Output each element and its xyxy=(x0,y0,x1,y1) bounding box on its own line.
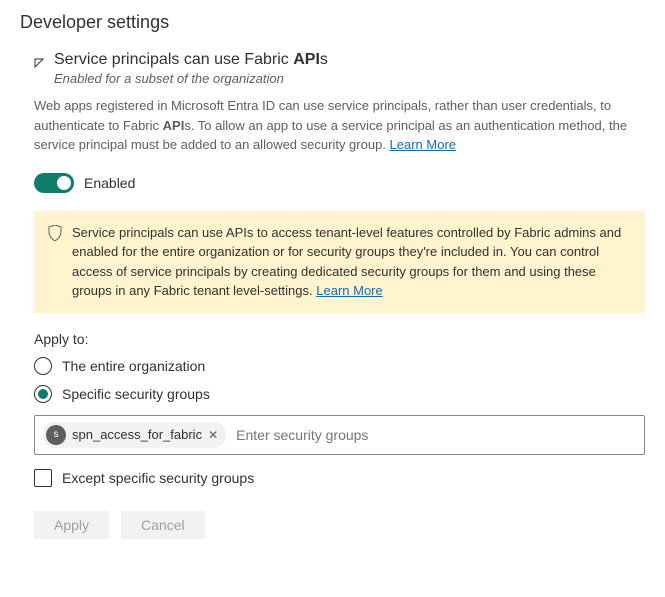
security-groups-text-input[interactable] xyxy=(232,423,636,447)
expand-icon xyxy=(34,55,44,71)
except-groups-label: Except specific security groups xyxy=(62,470,254,486)
except-groups-checkbox[interactable]: Except specific security groups xyxy=(34,469,645,487)
tag-label: spn_access_for_fabric xyxy=(72,427,202,442)
learn-more-link[interactable]: Learn More xyxy=(390,137,456,152)
radio-entire-org[interactable]: The entire organization xyxy=(34,357,645,375)
security-groups-input[interactable]: s spn_access_for_fabric ✕ xyxy=(34,415,645,455)
enabled-toggle[interactable] xyxy=(34,173,74,193)
warning-box: Service principals can use APIs to acces… xyxy=(34,211,645,313)
radio-specific-groups[interactable]: Specific security groups xyxy=(34,385,645,403)
security-group-tag: s spn_access_for_fabric ✕ xyxy=(43,422,226,448)
section-description: Web apps registered in Microsoft Entra I… xyxy=(34,96,645,155)
enabled-toggle-label: Enabled xyxy=(84,175,135,191)
apply-button[interactable]: Apply xyxy=(34,511,109,539)
radio-label-entire-org: The entire organization xyxy=(62,358,205,374)
section-title: Service principals can use Fabric APIs xyxy=(54,51,328,69)
apply-to-label: Apply to: xyxy=(34,331,645,347)
avatar: s xyxy=(46,425,66,445)
page-title: Developer settings xyxy=(20,12,645,33)
shield-icon xyxy=(48,225,62,301)
warning-learn-more-link[interactable]: Learn More xyxy=(316,283,382,298)
section-header[interactable]: Service principals can use Fabric APIs E… xyxy=(34,51,645,86)
close-icon[interactable]: ✕ xyxy=(208,428,218,442)
radio-label-specific-groups: Specific security groups xyxy=(62,386,210,402)
warning-text: Service principals can use APIs to acces… xyxy=(72,223,631,301)
cancel-button[interactable]: Cancel xyxy=(121,511,205,539)
section-subtitle: Enabled for a subset of the organization xyxy=(54,71,328,86)
